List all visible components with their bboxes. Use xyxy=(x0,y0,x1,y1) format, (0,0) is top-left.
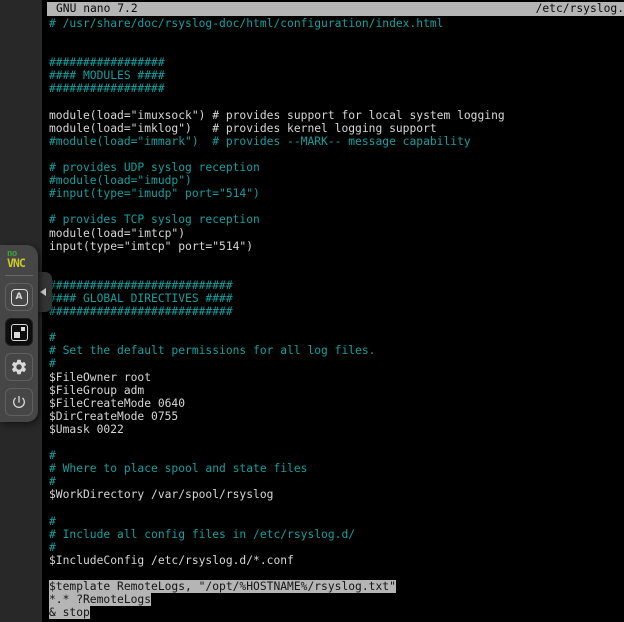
editor-line xyxy=(49,30,505,43)
editor-line xyxy=(49,318,505,331)
novnc-logo: no VNC xyxy=(0,245,38,272)
editor-line: $IncludeConfig /etc/rsyslog.d/*.conf xyxy=(49,554,505,567)
collapse-arrow-icon xyxy=(40,288,46,296)
editor-line xyxy=(49,200,505,213)
editor-line: # Include all config files in /etc/rsysl… xyxy=(49,528,505,541)
editor-line: ################# xyxy=(49,56,505,69)
editor-line xyxy=(49,501,505,514)
editor-line xyxy=(49,253,505,266)
editor-line: $WorkDirectory /var/spool/rsyslog xyxy=(49,488,505,501)
editor-line xyxy=(49,148,505,161)
editor-line: # Where to place spool and state files xyxy=(49,462,505,475)
editor-line: module(load="imuxsock") # provides suppo… xyxy=(49,109,505,122)
editor-line: $FileOwner root xyxy=(49,371,505,384)
editor-line: # /usr/share/doc/rsyslog-doc/html/config… xyxy=(49,17,505,30)
editor-line: # xyxy=(49,541,505,554)
editor-line xyxy=(49,266,505,279)
novnc-control-bar: no VNC A xyxy=(0,245,38,422)
editor-area[interactable]: # /usr/share/doc/rsyslog-doc/html/config… xyxy=(49,17,505,619)
gear-icon xyxy=(10,358,28,376)
nano-titlebar: GNU nano 7.2 /etc/rsyslog. xyxy=(47,2,624,16)
editor-line: $FileGroup adm xyxy=(49,384,505,397)
editor-line: $FileCreateMode 0640 xyxy=(49,397,505,410)
editor-line: module(load="imtcp") xyxy=(49,227,505,240)
power-icon xyxy=(11,394,27,410)
editor-line: # provides UDP syslog reception xyxy=(49,161,505,174)
editor-line xyxy=(49,567,505,580)
editor-line: $template RemoteLogs, "/opt/%HOSTNAME%/r… xyxy=(49,580,505,593)
fullscreen-icon xyxy=(11,324,28,341)
editor-line: # xyxy=(49,475,505,488)
editor-line: # xyxy=(49,449,505,462)
settings-button[interactable] xyxy=(5,353,33,381)
editor-line: $DirCreateMode 0755 xyxy=(49,410,505,423)
editor-line: # xyxy=(49,357,505,370)
editor-line: # xyxy=(49,331,505,344)
editor-line: # Set the default permissions for all lo… xyxy=(49,344,505,357)
editor-line xyxy=(49,436,505,449)
fullscreen-button[interactable] xyxy=(5,318,33,346)
novnc-logo-vnc-text: VNC xyxy=(7,258,38,269)
nano-app-title: GNU nano 7.2 xyxy=(47,2,138,16)
keyboard-icon-glyph: A xyxy=(16,293,23,302)
editor-line: #### GLOBAL DIRECTIVES #### xyxy=(49,292,505,305)
editor-line: input(type="imtcp" port="514") xyxy=(49,240,505,253)
editor-line: module(load="imklog") # provides kernel … xyxy=(49,122,505,135)
editor-line: # provides TCP syslog reception xyxy=(49,213,505,226)
editor-line: # xyxy=(49,515,505,528)
editor-line: #module(load="imudp") xyxy=(49,174,505,187)
editor-line: #input(type="imudp" port="514") xyxy=(49,187,505,200)
editor-line: ################# xyxy=(49,82,505,95)
power-button[interactable] xyxy=(5,388,33,416)
editor-line: & stop xyxy=(49,606,505,619)
keyboard-icon: A xyxy=(11,289,28,306)
nano-file-path: /etc/rsyslog. xyxy=(536,2,624,16)
editor-line xyxy=(49,96,505,109)
panel-divider xyxy=(5,275,33,276)
control-bar-handle[interactable] xyxy=(36,272,52,312)
editor-line xyxy=(49,43,505,56)
keyboard-button[interactable]: A xyxy=(5,283,33,311)
editor-line: #### MODULES #### xyxy=(49,69,505,82)
editor-line: $Umask 0022 xyxy=(49,423,505,436)
control-buttons: A xyxy=(0,283,38,416)
editor-line: ########################### xyxy=(49,305,505,318)
terminal-window[interactable]: GNU nano 7.2 /etc/rsyslog. # /usr/share/… xyxy=(42,0,624,622)
editor-line: *.* ?RemoteLogs xyxy=(49,593,505,606)
editor-line: ########################### xyxy=(49,279,505,292)
editor-line: #module(load="immark") # provides --MARK… xyxy=(49,135,505,148)
